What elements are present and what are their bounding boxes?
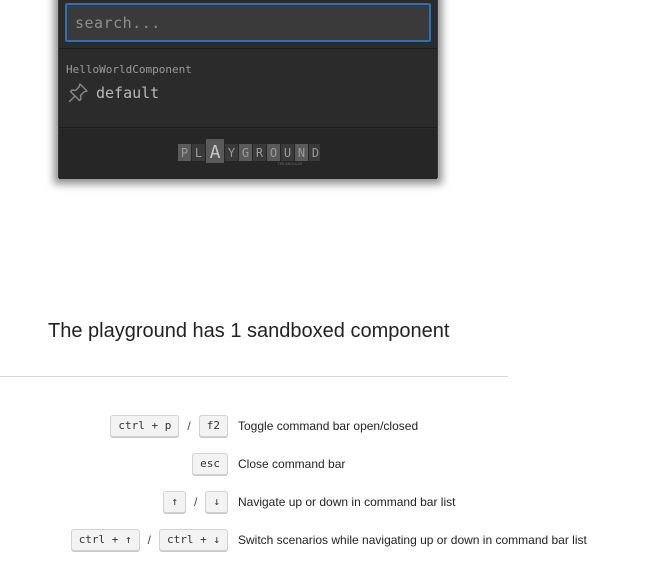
shortcut-description: Switch scenarios while navigating up or … (238, 533, 587, 547)
key-separator: / (147, 533, 152, 547)
scenario-label: default (96, 84, 160, 102)
scenario-item-default[interactable]: default (67, 81, 159, 105)
key-esc: esc (192, 453, 228, 475)
page-title: The playground has 1 sandboxed component (48, 320, 450, 342)
key-arrow-up: ↑ (163, 491, 187, 513)
key-separator: / (187, 419, 191, 433)
shortcut-keys: ↑ / ↓ (163, 490, 228, 514)
logo-letter: G (242, 146, 249, 160)
logo-letter: A (210, 142, 221, 163)
key-separator: / (194, 495, 198, 509)
shortcut-keys: ctrl + p / f2 (110, 414, 228, 438)
component-name: HelloWorldComponent (66, 63, 192, 76)
logo-letter: Y (228, 146, 236, 160)
shortcut-row: ctrl + ↑ / ctrl + ↓ Switch scenarios whi… (0, 528, 648, 552)
shortcut-row: ↑ / ↓ Navigate up or down in command bar… (0, 490, 648, 514)
key-ctrl-p: ctrl + p (110, 415, 180, 437)
key-f2: f2 (198, 415, 228, 437)
shortcut-description: Toggle command bar open/closed (238, 419, 419, 433)
search-area (59, 0, 437, 49)
playground-logo: PLAYGROUND THE ANGULAR (178, 139, 320, 166)
logo-letter: P (181, 146, 188, 160)
logo-letter: U (284, 146, 291, 160)
divider (0, 376, 508, 377)
scenario-list: HelloWorldComponent default (59, 50, 437, 128)
logo-letter: R (256, 146, 264, 160)
shortcut-keys: esc (192, 452, 228, 476)
key-ctrl-arrow-down: ctrl + ↓ (159, 529, 228, 551)
shortcut-description: Close command bar (238, 457, 346, 471)
logo-letter: L (195, 146, 202, 160)
shortcut-keys: ctrl + ↑ / ctrl + ↓ (70, 528, 228, 552)
logo-letter: D (312, 146, 319, 160)
svg-text:THE ANGULAR: THE ANGULAR (278, 162, 303, 166)
command-bar: HelloWorldComponent default PLAYGROUND T… (58, 0, 438, 179)
shortcut-description: Navigate up or down in command bar list (238, 495, 456, 509)
command-bar-footer: PLAYGROUND THE ANGULAR (59, 129, 437, 179)
pin-icon[interactable] (67, 82, 89, 104)
key-arrow-down: ↓ (205, 491, 228, 513)
search-input[interactable] (65, 3, 431, 42)
logo-letter: N (298, 146, 305, 160)
logo-letter: O (270, 146, 277, 160)
key-ctrl-arrow-up: ctrl + ↑ (70, 529, 140, 551)
shortcut-row: esc Close command bar (0, 452, 648, 476)
shortcut-row: ctrl + p / f2 Toggle command bar open/cl… (0, 414, 648, 438)
